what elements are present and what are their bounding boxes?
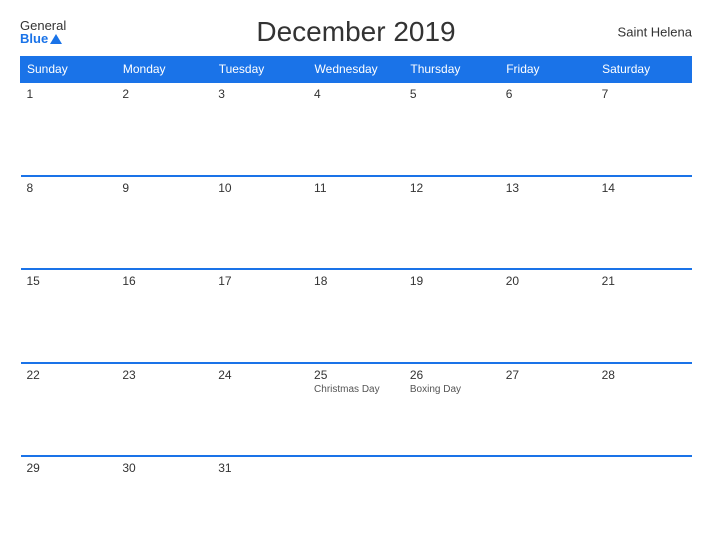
calendar-cell: 19 bbox=[404, 269, 500, 363]
day-number: 20 bbox=[506, 274, 590, 288]
day-number: 28 bbox=[602, 368, 686, 382]
day-number: 19 bbox=[410, 274, 494, 288]
day-number: 7 bbox=[602, 87, 686, 101]
calendar-cell: 1 bbox=[21, 82, 117, 176]
calendar-cell: 31 bbox=[212, 456, 308, 534]
calendar-cell: 20 bbox=[500, 269, 596, 363]
calendar-cell: 10 bbox=[212, 176, 308, 270]
calendar-cell: 17 bbox=[212, 269, 308, 363]
day-number: 30 bbox=[122, 461, 206, 475]
calendar-cell: 7 bbox=[596, 82, 692, 176]
calendar-cell: 14 bbox=[596, 176, 692, 270]
calendar-week-row: 22 23 24 25 Christmas Day 26 Boxing Day 27 28 bbox=[21, 363, 692, 457]
logo-triangle-icon bbox=[50, 34, 62, 44]
calendar-week-row: 29 30 31 bbox=[21, 456, 692, 534]
event-label: Christmas Day bbox=[314, 384, 398, 395]
weekday-header: Sunday bbox=[21, 57, 117, 83]
day-number: 14 bbox=[602, 181, 686, 195]
calendar-cell: 12 bbox=[404, 176, 500, 270]
day-number: 3 bbox=[218, 87, 302, 101]
calendar-cell bbox=[308, 456, 404, 534]
calendar-week-row: 15 16 17 18 19 20 21 bbox=[21, 269, 692, 363]
calendar-cell: 22 bbox=[21, 363, 117, 457]
day-number: 18 bbox=[314, 274, 398, 288]
day-number: 2 bbox=[122, 87, 206, 101]
calendar-cell: 21 bbox=[596, 269, 692, 363]
region-label: Saint Helena bbox=[618, 25, 692, 40]
calendar-cell bbox=[596, 456, 692, 534]
calendar-cell: 16 bbox=[116, 269, 212, 363]
calendar-cell: 28 bbox=[596, 363, 692, 457]
weekday-header-row: SundayMondayTuesdayWednesdayThursdayFrid… bbox=[21, 57, 692, 83]
day-number: 31 bbox=[218, 461, 302, 475]
day-number: 24 bbox=[218, 368, 302, 382]
weekday-header: Monday bbox=[116, 57, 212, 83]
day-number: 17 bbox=[218, 274, 302, 288]
day-number: 1 bbox=[27, 87, 111, 101]
day-number: 9 bbox=[122, 181, 206, 195]
calendar-cell: 30 bbox=[116, 456, 212, 534]
calendar-cell: 25 Christmas Day bbox=[308, 363, 404, 457]
day-number: 8 bbox=[27, 181, 111, 195]
day-number: 15 bbox=[27, 274, 111, 288]
calendar-cell: 4 bbox=[308, 82, 404, 176]
day-number: 13 bbox=[506, 181, 590, 195]
calendar-cell: 11 bbox=[308, 176, 404, 270]
day-number: 5 bbox=[410, 87, 494, 101]
calendar-cell bbox=[404, 456, 500, 534]
day-number: 27 bbox=[506, 368, 590, 382]
calendar-cell: 8 bbox=[21, 176, 117, 270]
day-number: 25 bbox=[314, 368, 398, 382]
day-number: 26 bbox=[410, 368, 494, 382]
day-number: 6 bbox=[506, 87, 590, 101]
calendar-cell: 27 bbox=[500, 363, 596, 457]
calendar-header: General Blue December 2019 Saint Helena bbox=[20, 16, 692, 48]
calendar-cell: 29 bbox=[21, 456, 117, 534]
calendar-cell: 2 bbox=[116, 82, 212, 176]
calendar-table: SundayMondayTuesdayWednesdayThursdayFrid… bbox=[20, 56, 692, 534]
calendar-cell: 9 bbox=[116, 176, 212, 270]
day-number: 12 bbox=[410, 181, 494, 195]
event-label: Boxing Day bbox=[410, 384, 494, 395]
day-number: 11 bbox=[314, 181, 398, 195]
day-number: 4 bbox=[314, 87, 398, 101]
day-number: 10 bbox=[218, 181, 302, 195]
day-number: 16 bbox=[122, 274, 206, 288]
calendar-cell: 15 bbox=[21, 269, 117, 363]
calendar-week-row: 89 10 11 12 13 14 bbox=[21, 176, 692, 270]
day-number: 21 bbox=[602, 274, 686, 288]
day-number: 29 bbox=[27, 461, 111, 475]
logo: General Blue bbox=[20, 19, 66, 45]
day-number: 22 bbox=[27, 368, 111, 382]
weekday-header: Thursday bbox=[404, 57, 500, 83]
calendar-cell bbox=[500, 456, 596, 534]
calendar-cell: 13 bbox=[500, 176, 596, 270]
weekday-header: Saturday bbox=[596, 57, 692, 83]
calendar-cell: 18 bbox=[308, 269, 404, 363]
logo-blue-text: Blue bbox=[20, 32, 48, 45]
calendar-cell: 24 bbox=[212, 363, 308, 457]
weekday-header: Friday bbox=[500, 57, 596, 83]
calendar-cell: 26 Boxing Day bbox=[404, 363, 500, 457]
page-title: December 2019 bbox=[256, 16, 455, 48]
weekday-header: Tuesday bbox=[212, 57, 308, 83]
calendar-cell: 23 bbox=[116, 363, 212, 457]
calendar-cell: 3 bbox=[212, 82, 308, 176]
calendar-cell: 5 bbox=[404, 82, 500, 176]
calendar-cell: 6 bbox=[500, 82, 596, 176]
weekday-header: Wednesday bbox=[308, 57, 404, 83]
day-number: 23 bbox=[122, 368, 206, 382]
calendar-week-row: 1234567 bbox=[21, 82, 692, 176]
